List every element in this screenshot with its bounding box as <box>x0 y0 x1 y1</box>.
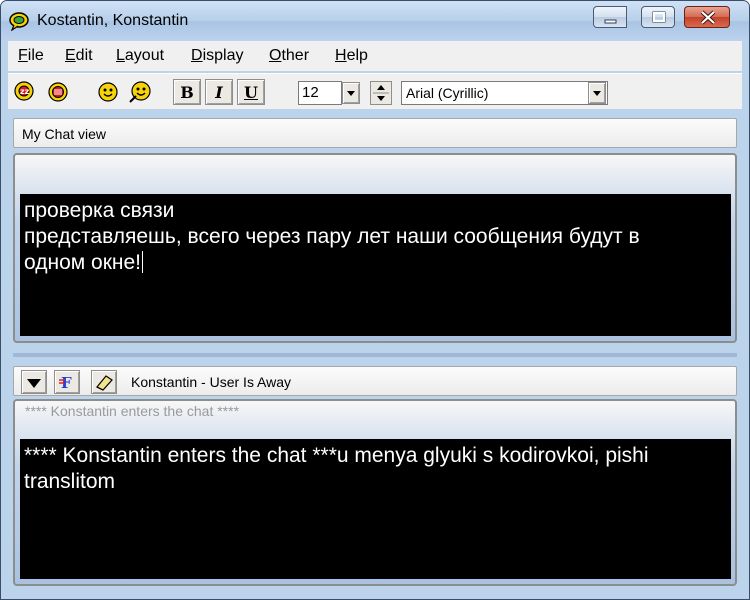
emoticon-button[interactable] <box>94 79 122 105</box>
menu-layout[interactable]: Layout <box>116 47 164 65</box>
emoticon-gallery-button[interactable] <box>126 79 154 105</box>
svg-text:zz: zz <box>20 87 30 96</box>
chat-bubble-icon <box>8 11 30 32</box>
font-color-icon: F <box>59 374 72 392</box>
font-size-dropdown-button[interactable] <box>342 82 360 104</box>
maximize-icon <box>652 11 666 23</box>
emoticon-gallery-icon <box>129 81 151 103</box>
menu-help[interactable]: Help <box>335 47 368 65</box>
end-chat-icon <box>48 82 68 102</box>
window-title: Kostantin, Konstantin <box>37 12 189 29</box>
font-color-button[interactable]: F <box>54 370 80 394</box>
chat-line: **** Konstantin enters the chat ***u men… <box>24 444 649 467</box>
bold-button[interactable]: B <box>173 79 201 105</box>
eraser-button[interactable] <box>91 370 117 394</box>
chevron-down-icon <box>593 91 601 96</box>
chat-line: translitom <box>24 470 116 493</box>
italic-button[interactable]: I <box>205 79 233 105</box>
end-chat-button[interactable] <box>44 79 72 105</box>
invite-chat-button[interactable]: zz <box>12 79 40 105</box>
splitter[interactable] <box>13 353 737 357</box>
collapse-arrow-icon <box>27 379 41 388</box>
invite-chat-icon: zz <box>14 81 34 101</box>
menu-other[interactable]: Other <box>269 47 309 65</box>
menu-edit[interactable]: Edit <box>65 47 93 65</box>
font-name-dropdown-button[interactable] <box>588 82 606 104</box>
peer-status-text: Konstantin - User Is Away <box>131 374 292 390</box>
chat-line: проверка связи <box>24 199 175 222</box>
spin-arrows-icon <box>373 85 389 101</box>
text-cursor <box>142 251 143 273</box>
font-size-select[interactable]: 12 <box>298 81 342 105</box>
minimize-button[interactable] <box>593 6 627 28</box>
emoticon-icon <box>98 82 118 102</box>
chevron-down-icon <box>347 91 355 96</box>
toolbar: zz B I U 12 Arial (Cyrillic) <box>8 73 742 109</box>
font-name-select[interactable]: Arial (Cyrillic) <box>401 81 608 105</box>
collapse-button[interactable] <box>21 370 47 394</box>
eraser-icon <box>96 375 113 391</box>
minimize-icon <box>604 19 617 24</box>
menu-bar: File Edit Layout Display Other Help <box>8 41 742 71</box>
peer-chat-view[interactable]: **** Konstantin enters the chat ***u men… <box>20 439 731 579</box>
menu-file[interactable]: File <box>18 47 44 65</box>
font-size-spinner[interactable] <box>370 81 392 105</box>
chat-line: представляешь, всего через пару лет наши… <box>24 225 640 248</box>
my-chat-input[interactable]: проверка связи представляешь, всего чере… <box>20 194 731 336</box>
chat-line: одном окне! <box>24 251 143 274</box>
close-button[interactable] <box>684 6 730 28</box>
my-chat-label: My Chat view <box>13 118 737 148</box>
main-window: Kostantin, Konstantin File Edit Layout D… <box>0 0 750 600</box>
menu-display[interactable]: Display <box>191 47 243 65</box>
close-icon <box>700 10 716 25</box>
maximize-button[interactable] <box>641 6 675 28</box>
underline-button[interactable]: U <box>237 79 265 105</box>
peer-chat-header: **** Konstantin enters the chat **** <box>25 403 240 419</box>
peer-status-bar <box>13 366 737 396</box>
title-bar[interactable]: Kostantin, Konstantin <box>1 1 749 41</box>
window-bottom-border <box>1 591 749 599</box>
